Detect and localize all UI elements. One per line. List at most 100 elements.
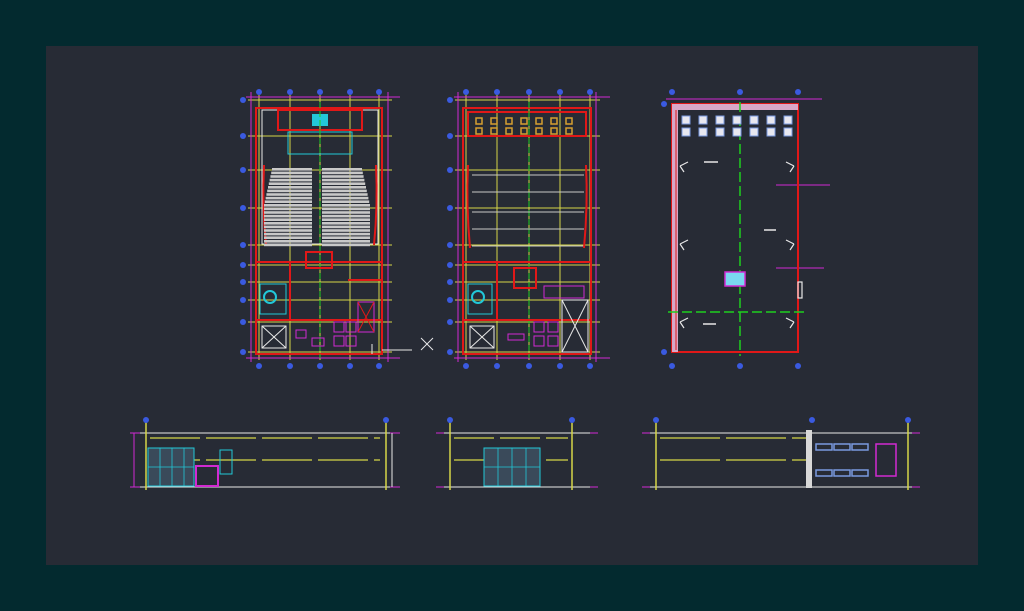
skylight-square xyxy=(520,117,528,125)
grid-axis-marker-icon xyxy=(240,349,246,355)
grid-axis-marker-icon xyxy=(287,363,293,369)
seat-row xyxy=(322,218,370,221)
roof-vent xyxy=(749,127,759,137)
grid-axis-marker-icon xyxy=(447,133,453,139)
roof-vent xyxy=(698,115,708,125)
grid-axis-marker-icon xyxy=(240,319,246,325)
seat-row xyxy=(266,193,312,196)
cad-drawing-svg[interactable] xyxy=(0,0,1024,611)
plan-upper-floor xyxy=(447,89,610,369)
skylight-square xyxy=(535,117,543,125)
grid-axis-marker-icon xyxy=(256,363,262,369)
grid-axis-marker-icon xyxy=(661,349,667,355)
grid-axis-marker-icon xyxy=(240,167,246,173)
seat-row xyxy=(264,207,312,211)
roof-vent xyxy=(698,127,708,137)
grid-axis-marker-icon xyxy=(317,363,323,369)
seat-row xyxy=(322,200,370,203)
grid-axis-marker-icon xyxy=(669,363,675,369)
grid-axis-marker-icon xyxy=(795,363,801,369)
plan-ground-floor xyxy=(240,89,400,369)
skylight-square xyxy=(505,127,513,135)
seat-row xyxy=(322,196,369,200)
grid-axis-marker-icon xyxy=(447,167,453,173)
seat-row xyxy=(270,175,312,178)
grid-axis-marker-icon xyxy=(463,363,469,369)
auditorium-seating xyxy=(264,168,370,247)
grid-axis-marker-icon xyxy=(240,97,246,103)
grid-axis-marker-icon xyxy=(376,89,382,95)
seat-row xyxy=(264,200,312,203)
seat-row xyxy=(269,178,312,182)
grid-axis-marker-icon xyxy=(240,242,246,248)
seat-row xyxy=(322,236,370,239)
seat-row xyxy=(322,222,370,225)
elevation-3 xyxy=(642,417,920,490)
grid-axis-marker-icon xyxy=(240,279,246,285)
roof-vent xyxy=(766,115,776,125)
seat-row xyxy=(322,225,370,229)
roof-vent xyxy=(732,115,742,125)
skylight-square xyxy=(535,127,543,135)
seat-row xyxy=(264,243,312,247)
roof-vent xyxy=(715,115,725,125)
seat-row xyxy=(322,186,366,189)
grid-axis-marker-icon xyxy=(447,279,453,285)
seat-row xyxy=(322,211,370,214)
skylight-square xyxy=(520,127,528,135)
seat-row xyxy=(322,168,362,171)
skylight-square xyxy=(490,127,498,135)
grid-axis-marker-icon xyxy=(447,319,453,325)
seat-row xyxy=(265,196,312,200)
skylight-square xyxy=(475,117,483,125)
seat-row xyxy=(264,222,312,225)
seat-row xyxy=(322,240,370,243)
roof-vent xyxy=(715,127,725,137)
grid-axis-marker-icon xyxy=(240,133,246,139)
seat-row xyxy=(322,178,365,182)
grid-axis-marker-icon xyxy=(240,205,246,211)
grid-axis-marker-icon xyxy=(347,363,353,369)
seat-row xyxy=(322,171,363,175)
grid-axis-marker-icon xyxy=(795,89,801,95)
grid-axis-marker-icon xyxy=(256,89,262,95)
roof-vent xyxy=(783,127,793,137)
seat-row xyxy=(264,214,312,218)
grid-axis-marker-icon xyxy=(447,205,453,211)
grid-axis-marker-icon xyxy=(463,89,469,95)
elevation-2 xyxy=(436,417,598,490)
grid-axis-marker-icon xyxy=(240,262,246,268)
grid-axis-marker-icon xyxy=(240,297,246,303)
seat-row xyxy=(322,229,370,232)
grid-axis-marker-icon xyxy=(526,363,532,369)
skylight-square xyxy=(550,117,558,125)
seat-row xyxy=(264,229,312,232)
seat-row xyxy=(271,171,312,175)
grid-axis-marker-icon xyxy=(447,97,453,103)
grid-axis-marker-icon xyxy=(376,363,382,369)
seat-row xyxy=(268,182,312,185)
seat-row xyxy=(264,204,312,207)
elevation-1 xyxy=(130,417,400,490)
grid-axis-marker-icon xyxy=(669,89,675,95)
skylight-square xyxy=(565,127,573,135)
seat-row xyxy=(322,232,370,236)
seat-row xyxy=(264,218,312,221)
roof-vent xyxy=(681,115,691,125)
grid-axis-marker-icon xyxy=(317,89,323,95)
seat-row xyxy=(322,214,370,218)
grid-axis-marker-icon xyxy=(447,242,453,248)
grid-axis-marker-icon xyxy=(494,89,500,95)
grid-axis-marker-icon xyxy=(587,89,593,95)
skylight-square xyxy=(550,127,558,135)
seat-row xyxy=(264,232,312,236)
skylight-square xyxy=(505,117,513,125)
grid-axis-marker-icon xyxy=(557,363,563,369)
plan-roof xyxy=(661,89,830,369)
seat-row xyxy=(322,193,368,196)
grid-axis-marker-icon xyxy=(447,262,453,268)
seat-row xyxy=(264,240,312,243)
roof-vent xyxy=(681,127,691,137)
grid-axis-marker-icon xyxy=(287,89,293,95)
grid-axis-marker-icon xyxy=(347,89,353,95)
